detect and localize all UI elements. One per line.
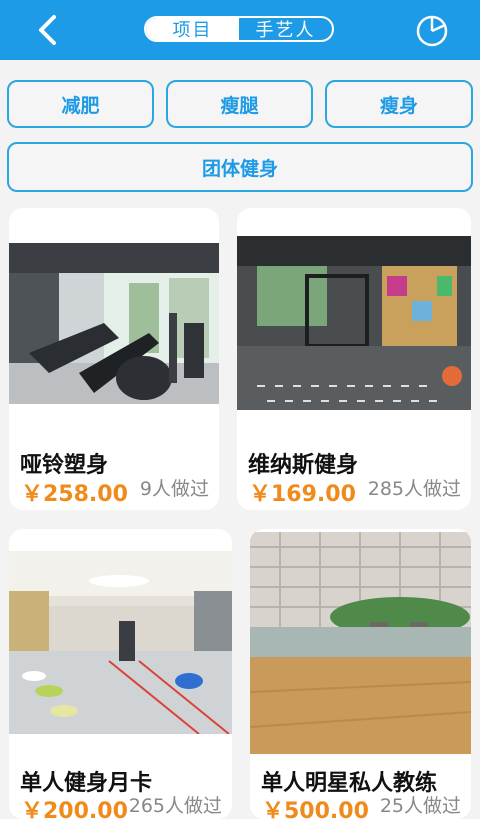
item-card[interactable]: 单人健身月卡 ￥200.00 265人做过 — [9, 529, 232, 819]
top-bar: 项目 手艺人 — [0, 0, 480, 60]
filter-button-slim-legs[interactable]: 瘦腿 — [166, 80, 313, 128]
item-price: ￥258.00 — [21, 482, 128, 507]
filter-button-slim-body[interactable]: 瘦身 — [325, 80, 473, 128]
item-price: ￥200.00 — [21, 799, 128, 819]
item-card[interactable]: 哑铃塑身 ￥258.00 9人做过 — [9, 208, 219, 510]
chart-button[interactable] — [410, 12, 454, 50]
item-price: ￥169.00 — [249, 482, 356, 507]
item-image — [9, 551, 232, 734]
item-image — [237, 236, 471, 410]
item-count: 25人做过 — [379, 795, 461, 817]
segmented-control: 项目 手艺人 — [144, 16, 334, 42]
item-price: ￥500.00 — [262, 799, 369, 819]
item-count: 285人做过 — [367, 478, 461, 500]
item-count: 9人做过 — [139, 478, 209, 500]
item-image — [9, 243, 219, 404]
item-card[interactable]: 单人明星私人教练 ￥500.00 25人做过 — [250, 529, 471, 819]
pie-chart-icon — [416, 15, 448, 47]
item-count: 265人做过 — [128, 795, 222, 817]
item-image — [250, 532, 471, 754]
tab-craftsmen[interactable]: 手艺人 — [239, 18, 332, 40]
filter-button-group-fitness[interactable]: 团体健身 — [7, 142, 473, 192]
item-card[interactable]: 维纳斯健身 ￥169.00 285人做过 — [237, 208, 471, 510]
chevron-left-icon — [39, 15, 56, 45]
item-title: 维纳斯健身 — [248, 453, 359, 478]
tab-projects[interactable]: 项目 — [146, 18, 239, 40]
item-title: 哑铃塑身 — [20, 453, 109, 478]
back-button[interactable] — [26, 12, 70, 48]
filter-button-lose-weight[interactable]: 减肥 — [7, 80, 154, 128]
